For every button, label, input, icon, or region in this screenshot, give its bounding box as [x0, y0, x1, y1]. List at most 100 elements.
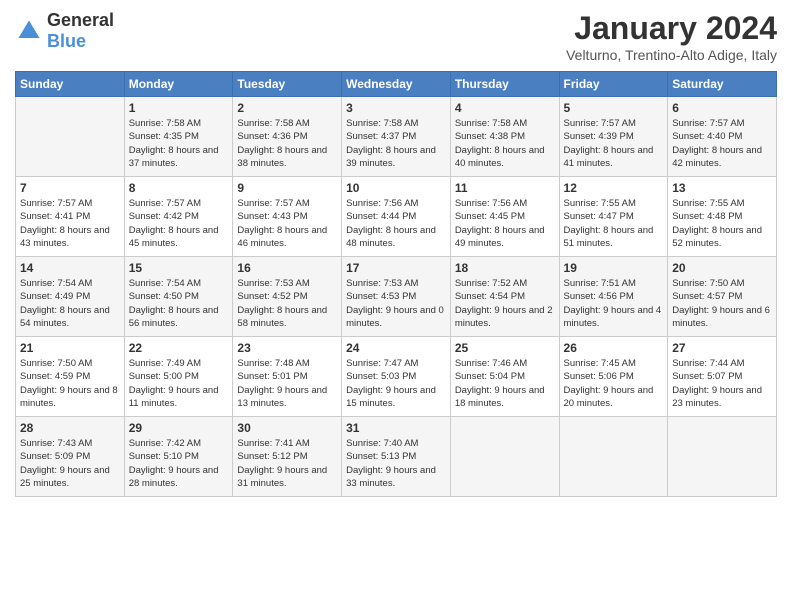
- calendar-cell: 11 Sunrise: 7:56 AMSunset: 4:45 PMDaylig…: [450, 177, 559, 257]
- day-number: 28: [20, 421, 120, 435]
- calendar-cell: 7 Sunrise: 7:57 AMSunset: 4:41 PMDayligh…: [16, 177, 125, 257]
- day-number: 8: [129, 181, 229, 195]
- calendar-cell: [668, 417, 777, 497]
- cell-detail: Sunrise: 7:55 AMSunset: 4:48 PMDaylight:…: [672, 197, 772, 250]
- day-number: 16: [237, 261, 337, 275]
- calendar-cell: 8 Sunrise: 7:57 AMSunset: 4:42 PMDayligh…: [124, 177, 233, 257]
- cell-detail: Sunrise: 7:56 AMSunset: 4:44 PMDaylight:…: [346, 197, 446, 250]
- cell-detail: Sunrise: 7:58 AMSunset: 4:36 PMDaylight:…: [237, 117, 337, 170]
- week-row-3: 14 Sunrise: 7:54 AMSunset: 4:49 PMDaylig…: [16, 257, 777, 337]
- week-row-1: 1 Sunrise: 7:58 AMSunset: 4:35 PMDayligh…: [16, 97, 777, 177]
- day-number: 7: [20, 181, 120, 195]
- calendar-cell: 5 Sunrise: 7:57 AMSunset: 4:39 PMDayligh…: [559, 97, 668, 177]
- cell-detail: Sunrise: 7:57 AMSunset: 4:43 PMDaylight:…: [237, 197, 337, 250]
- header-thursday: Thursday: [450, 72, 559, 97]
- cell-detail: Sunrise: 7:48 AMSunset: 5:01 PMDaylight:…: [237, 357, 337, 410]
- day-number: 30: [237, 421, 337, 435]
- calendar-header: Sunday Monday Tuesday Wednesday Thursday…: [16, 72, 777, 97]
- calendar-cell: 21 Sunrise: 7:50 AMSunset: 4:59 PMDaylig…: [16, 337, 125, 417]
- cell-detail: Sunrise: 7:45 AMSunset: 5:06 PMDaylight:…: [564, 357, 664, 410]
- calendar-cell: 18 Sunrise: 7:52 AMSunset: 4:54 PMDaylig…: [450, 257, 559, 337]
- logo-general: General: [47, 10, 114, 30]
- cell-detail: Sunrise: 7:57 AMSunset: 4:42 PMDaylight:…: [129, 197, 229, 250]
- day-number: 9: [237, 181, 337, 195]
- cell-detail: Sunrise: 7:54 AMSunset: 4:50 PMDaylight:…: [129, 277, 229, 330]
- day-number: 25: [455, 341, 555, 355]
- calendar-cell: 12 Sunrise: 7:55 AMSunset: 4:47 PMDaylig…: [559, 177, 668, 257]
- day-number: 31: [346, 421, 446, 435]
- weekday-header-row: Sunday Monday Tuesday Wednesday Thursday…: [16, 72, 777, 97]
- cell-detail: Sunrise: 7:49 AMSunset: 5:00 PMDaylight:…: [129, 357, 229, 410]
- day-number: 15: [129, 261, 229, 275]
- cell-detail: Sunrise: 7:50 AMSunset: 4:57 PMDaylight:…: [672, 277, 772, 330]
- cell-detail: Sunrise: 7:51 AMSunset: 4:56 PMDaylight:…: [564, 277, 664, 330]
- cell-detail: Sunrise: 7:58 AMSunset: 4:35 PMDaylight:…: [129, 117, 229, 170]
- day-number: 17: [346, 261, 446, 275]
- calendar-cell: 27 Sunrise: 7:44 AMSunset: 5:07 PMDaylig…: [668, 337, 777, 417]
- calendar-cell: 30 Sunrise: 7:41 AMSunset: 5:12 PMDaylig…: [233, 417, 342, 497]
- calendar-cell: [559, 417, 668, 497]
- cell-detail: Sunrise: 7:58 AMSunset: 4:37 PMDaylight:…: [346, 117, 446, 170]
- header-monday: Monday: [124, 72, 233, 97]
- day-number: 3: [346, 101, 446, 115]
- header-wednesday: Wednesday: [342, 72, 451, 97]
- logo-blue: Blue: [47, 31, 86, 51]
- cell-detail: Sunrise: 7:47 AMSunset: 5:03 PMDaylight:…: [346, 357, 446, 410]
- day-number: 27: [672, 341, 772, 355]
- day-number: 20: [672, 261, 772, 275]
- day-number: 18: [455, 261, 555, 275]
- cell-detail: Sunrise: 7:44 AMSunset: 5:07 PMDaylight:…: [672, 357, 772, 410]
- day-number: 29: [129, 421, 229, 435]
- calendar-cell: 22 Sunrise: 7:49 AMSunset: 5:00 PMDaylig…: [124, 337, 233, 417]
- calendar-table: Sunday Monday Tuesday Wednesday Thursday…: [15, 71, 777, 497]
- calendar-cell: 2 Sunrise: 7:58 AMSunset: 4:36 PMDayligh…: [233, 97, 342, 177]
- day-number: 14: [20, 261, 120, 275]
- calendar-cell: 20 Sunrise: 7:50 AMSunset: 4:57 PMDaylig…: [668, 257, 777, 337]
- calendar-cell: 17 Sunrise: 7:53 AMSunset: 4:53 PMDaylig…: [342, 257, 451, 337]
- cell-detail: Sunrise: 7:43 AMSunset: 5:09 PMDaylight:…: [20, 437, 120, 490]
- calendar-cell: 15 Sunrise: 7:54 AMSunset: 4:50 PMDaylig…: [124, 257, 233, 337]
- calendar-cell: 10 Sunrise: 7:56 AMSunset: 4:44 PMDaylig…: [342, 177, 451, 257]
- logo: General Blue: [15, 10, 114, 52]
- cell-detail: Sunrise: 7:52 AMSunset: 4:54 PMDaylight:…: [455, 277, 555, 330]
- cell-detail: Sunrise: 7:54 AMSunset: 4:49 PMDaylight:…: [20, 277, 120, 330]
- day-number: 22: [129, 341, 229, 355]
- main-container: General Blue January 2024 Velturno, Tren…: [0, 0, 792, 507]
- title-block: January 2024 Velturno, Trentino-Alto Adi…: [566, 10, 777, 63]
- cell-detail: Sunrise: 7:58 AMSunset: 4:38 PMDaylight:…: [455, 117, 555, 170]
- calendar-cell: 4 Sunrise: 7:58 AMSunset: 4:38 PMDayligh…: [450, 97, 559, 177]
- day-number: 24: [346, 341, 446, 355]
- calendar-cell: 25 Sunrise: 7:46 AMSunset: 5:04 PMDaylig…: [450, 337, 559, 417]
- calendar-cell: 26 Sunrise: 7:45 AMSunset: 5:06 PMDaylig…: [559, 337, 668, 417]
- header-friday: Friday: [559, 72, 668, 97]
- calendar-cell: 13 Sunrise: 7:55 AMSunset: 4:48 PMDaylig…: [668, 177, 777, 257]
- day-number: 2: [237, 101, 337, 115]
- cell-detail: Sunrise: 7:53 AMSunset: 4:53 PMDaylight:…: [346, 277, 446, 330]
- calendar-cell: 24 Sunrise: 7:47 AMSunset: 5:03 PMDaylig…: [342, 337, 451, 417]
- calendar-cell: 1 Sunrise: 7:58 AMSunset: 4:35 PMDayligh…: [124, 97, 233, 177]
- day-number: 19: [564, 261, 664, 275]
- cell-detail: Sunrise: 7:55 AMSunset: 4:47 PMDaylight:…: [564, 197, 664, 250]
- calendar-cell: 23 Sunrise: 7:48 AMSunset: 5:01 PMDaylig…: [233, 337, 342, 417]
- calendar-cell: 14 Sunrise: 7:54 AMSunset: 4:49 PMDaylig…: [16, 257, 125, 337]
- cell-detail: Sunrise: 7:50 AMSunset: 4:59 PMDaylight:…: [20, 357, 120, 410]
- calendar-cell: 3 Sunrise: 7:58 AMSunset: 4:37 PMDayligh…: [342, 97, 451, 177]
- day-number: 6: [672, 101, 772, 115]
- cell-detail: Sunrise: 7:57 AMSunset: 4:39 PMDaylight:…: [564, 117, 664, 170]
- calendar-cell: 6 Sunrise: 7:57 AMSunset: 4:40 PMDayligh…: [668, 97, 777, 177]
- header-sunday: Sunday: [16, 72, 125, 97]
- calendar-cell: 16 Sunrise: 7:53 AMSunset: 4:52 PMDaylig…: [233, 257, 342, 337]
- day-number: 5: [564, 101, 664, 115]
- day-number: 1: [129, 101, 229, 115]
- day-number: 21: [20, 341, 120, 355]
- day-number: 13: [672, 181, 772, 195]
- location-title: Velturno, Trentino-Alto Adige, Italy: [566, 47, 777, 63]
- header-tuesday: Tuesday: [233, 72, 342, 97]
- logo-text: General Blue: [47, 10, 114, 52]
- logo-icon: [15, 17, 43, 45]
- cell-detail: Sunrise: 7:40 AMSunset: 5:13 PMDaylight:…: [346, 437, 446, 490]
- cell-detail: Sunrise: 7:41 AMSunset: 5:12 PMDaylight:…: [237, 437, 337, 490]
- calendar-body: 1 Sunrise: 7:58 AMSunset: 4:35 PMDayligh…: [16, 97, 777, 497]
- calendar-cell: 31 Sunrise: 7:40 AMSunset: 5:13 PMDaylig…: [342, 417, 451, 497]
- calendar-cell: [16, 97, 125, 177]
